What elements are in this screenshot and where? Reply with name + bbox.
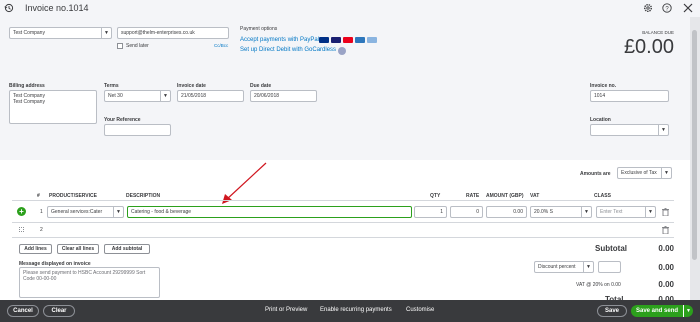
chevron-down-icon: ▼ [101, 28, 111, 38]
add-row-icon[interactable]: + [17, 207, 26, 216]
billing-address-label: Billing address [9, 83, 45, 89]
rate-field[interactable]: 0 [450, 206, 483, 218]
settings-icon[interactable] [643, 3, 653, 13]
your-reference-field[interactable] [104, 124, 171, 136]
cancel-button[interactable]: Cancel [7, 305, 39, 317]
save-button[interactable]: Save [597, 305, 627, 317]
due-date-label: Due date [250, 83, 272, 89]
delete-row-icon[interactable] [662, 208, 669, 217]
email-field[interactable]: support@thelm-enterprises.co.uk [117, 27, 229, 39]
add-lines-button[interactable]: Add lines [19, 244, 52, 254]
subtotal-label: Subtotal [595, 244, 627, 253]
customise-link[interactable]: Customise [406, 307, 434, 313]
customer-value: Test Company [13, 30, 45, 36]
col-header-vat: VAT [530, 193, 540, 199]
clear-all-lines-button[interactable]: Clear all lines [57, 244, 99, 254]
subtotal-value: 0.00 [658, 244, 674, 253]
discount-type-select[interactable]: Discount percent ▼ [534, 261, 594, 273]
close-icon[interactable] [683, 3, 693, 13]
paypal-link[interactable]: Accept payments with PayPal [240, 37, 319, 43]
gocardless-logo-icon [338, 47, 346, 55]
delete-row-icon[interactable] [662, 226, 669, 235]
invoice-no-field[interactable]: 1014 [590, 90, 669, 102]
gocardless-link[interactable]: Set up Direct Debit with GoCardless [240, 47, 336, 53]
col-header-product: PRODUCT/SERVICE [49, 193, 97, 199]
cc-bcc-link[interactable]: Cc/Bcc [214, 43, 228, 48]
chevron-down-icon: ▼ [581, 207, 591, 217]
chevron-down-icon[interactable]: ▼ [683, 305, 693, 317]
send-later-checkbox[interactable] [117, 43, 123, 49]
drag-handle-icon[interactable] [19, 227, 24, 232]
chevron-down-icon: ▼ [113, 207, 123, 217]
row-number: 1 [40, 209, 43, 215]
chevron-down-icon: ▼ [661, 168, 671, 178]
vat-summary-label: VAT @ 20% on 0.00 [576, 282, 621, 288]
amounts-are-label: Amounts are [580, 171, 611, 177]
terms-label: Terms [104, 83, 119, 89]
send-later-label: Send later [126, 43, 149, 49]
discount-value: 0.00 [658, 263, 674, 272]
class-select[interactable]: Enter Text ▼ [596, 206, 656, 218]
terms-select[interactable]: Net 30 ▼ [104, 90, 171, 102]
balance-due-label: BALANCE DUE [642, 30, 674, 35]
chevron-down-icon: ▼ [160, 91, 170, 101]
save-and-send-button[interactable]: Save and send ▼ [631, 305, 693, 317]
your-reference-label: Your Reference [104, 117, 141, 123]
print-preview-link[interactable]: Print or Preview [265, 307, 307, 313]
table-header-divider [12, 200, 674, 201]
col-header-qty: QTY [430, 193, 441, 199]
message-field[interactable]: Please send payment to HSBC Account 2929… [19, 267, 160, 298]
chevron-down-icon: ▼ [583, 262, 593, 272]
vat-select[interactable]: 20.0% S ▼ [530, 206, 592, 218]
scrollbar-thumb[interactable] [692, 30, 697, 260]
amount-field[interactable]: 0.00 [486, 206, 527, 218]
col-header-rate: RATE [466, 193, 480, 199]
add-subtotal-button[interactable]: Add subtotal [104, 244, 150, 254]
location-select[interactable]: ▼ [590, 124, 669, 136]
location-label: Location [590, 117, 611, 123]
row-number: 2 [40, 227, 43, 233]
col-header-num: # [37, 193, 40, 199]
billing-address-field[interactable]: Test Company Test Company [9, 90, 97, 124]
customer-select[interactable]: Test Company ▼ [9, 27, 112, 39]
discount-value-field[interactable] [598, 261, 621, 273]
payment-options-heading: Payment options [240, 26, 278, 32]
invoice-date-label: Invoice date [177, 83, 206, 89]
page-title: Invoice no.1014 [25, 3, 89, 13]
table-row: 2 [12, 223, 674, 237]
recurring-payments-link[interactable]: Enable recurring payments [320, 307, 392, 313]
qty-field[interactable]: 1 [414, 206, 447, 218]
table-bottom-divider [12, 237, 674, 238]
chevron-down-icon: ▼ [658, 125, 668, 135]
paypal-logo-icon [319, 37, 329, 43]
product-service-select[interactable]: General services:Cater ▼ [47, 206, 124, 218]
col-header-amount: AMOUNT (GBP) [486, 193, 524, 199]
top-bar [0, 0, 700, 17]
help-icon[interactable]: ? [662, 3, 672, 13]
history-icon[interactable] [4, 3, 14, 13]
amex-logo-icon [355, 37, 365, 43]
balance-due-amount: £0.00 [623, 36, 674, 58]
col-header-class: CLASS [594, 193, 611, 199]
other-card-logo-icon [367, 37, 377, 43]
clear-button[interactable]: Clear [43, 305, 75, 317]
mastercard-logo-icon [343, 37, 353, 43]
invoice-date-field[interactable]: 21/05/2018 [177, 90, 244, 102]
vat-summary-value: 0.00 [658, 280, 674, 289]
amounts-are-select[interactable]: Exclusive of Tax ▼ [617, 167, 672, 179]
invoice-no-label: Invoice no. [590, 83, 617, 89]
visa-logo-icon [331, 37, 341, 43]
col-header-description: DESCRIPTION [126, 193, 161, 199]
description-field[interactable]: Catering - food & beverage [127, 206, 412, 218]
chevron-down-icon: ▼ [645, 207, 655, 217]
due-date-field[interactable]: 20/06/2018 [250, 90, 317, 102]
